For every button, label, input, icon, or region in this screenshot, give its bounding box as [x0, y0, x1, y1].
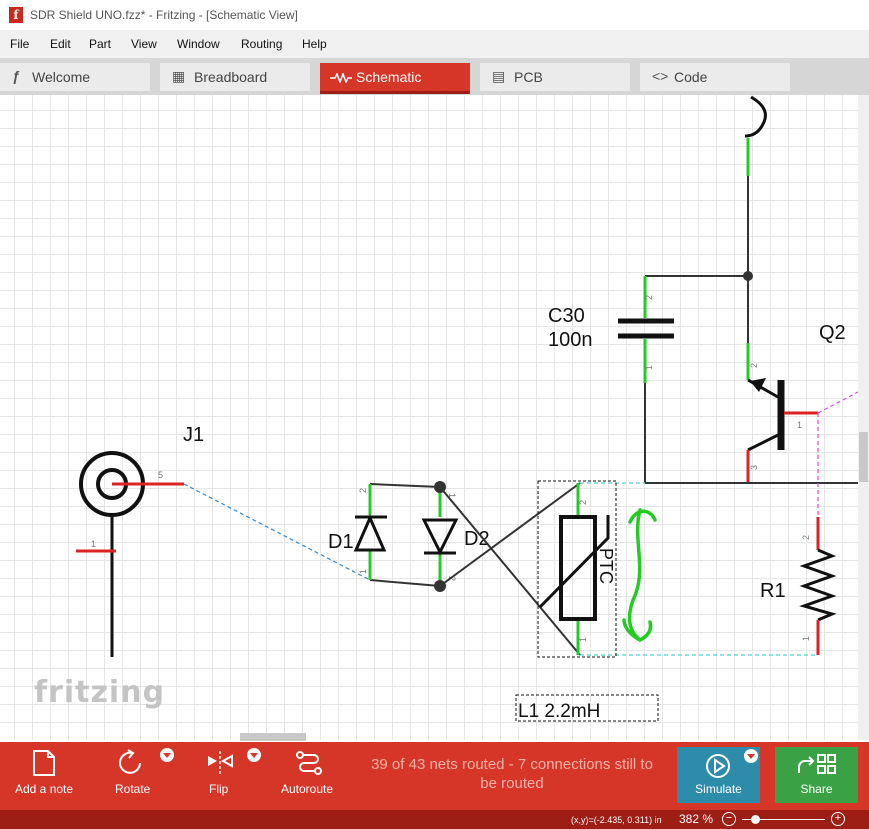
rotate-label: Rotate — [115, 782, 151, 796]
tab-breadboard-label: Breadboard — [194, 69, 268, 85]
tab-schematic[interactable]: Schematic — [320, 63, 470, 94]
view-tab-bar: ƒ Welcome ▦ Breadboard Schematic ▤ PCB <… — [0, 58, 869, 95]
menu-edit[interactable]: Edit — [50, 37, 71, 51]
zoom-level: 382 % — [679, 812, 714, 826]
pin-number: 1 — [358, 569, 368, 574]
code-icon: <> — [652, 68, 669, 84]
tab-code[interactable]: <> Code — [640, 63, 790, 91]
add-note-label: Add a note — [15, 782, 74, 796]
simulate-dropdown-icon[interactable] — [744, 749, 758, 763]
r1-body — [799, 548, 837, 622]
tab-code-label: Code — [674, 69, 708, 85]
l1-name-label[interactable]: L1 2.2mH — [518, 701, 600, 722]
d1-name-label: D1 — [328, 531, 354, 553]
status-bar: (x,y)=(-2.435, 0.311) in 382 % − + — [0, 810, 869, 829]
schematic-drawing: 2 1 C30 100n 2 1 3 Q2 5 1 J1 2 1 D1 1 2 … — [76, 95, 859, 722]
flip-label: Flip — [209, 782, 229, 796]
junction-dot — [743, 271, 753, 281]
d1-body — [353, 514, 387, 552]
flip-dropdown-icon[interactable] — [247, 748, 261, 762]
zoom-out-button[interactable]: − — [722, 812, 736, 826]
flip-icon — [208, 751, 233, 775]
breadboard-icon: ▦ — [172, 68, 186, 84]
pin-number: 2 — [358, 488, 368, 493]
share-icon — [798, 754, 836, 774]
pin-number: 1 — [91, 539, 96, 549]
tab-welcome[interactable]: ƒ Welcome — [0, 63, 150, 91]
horizontal-scroll-thumb[interactable] — [240, 733, 306, 741]
c30-name-label: C30 — [548, 305, 585, 327]
routing-status-line1: 39 of 43 nets routed - 7 connections sti… — [371, 756, 653, 773]
pin-number: 5 — [158, 470, 163, 480]
zoom-in-button[interactable]: + — [831, 812, 845, 826]
pin-number: 2 — [801, 535, 811, 540]
fritzing-f-icon: ƒ — [12, 68, 20, 84]
menu-bar: File Edit Part View Window Routing Help — [0, 30, 869, 58]
share-label: Share — [800, 782, 833, 796]
ratsnest-line[interactable] — [817, 391, 859, 414]
title-bar: f SDR Shield UNO.fzz* - Fritzing - [Sche… — [0, 0, 869, 30]
pin-number: 1 — [578, 637, 588, 642]
pin-number: 1 — [797, 420, 802, 430]
q2-name-label: Q2 — [819, 322, 846, 344]
autoroute-icon — [296, 751, 322, 775]
tab-breadboard[interactable]: ▦ Breadboard — [160, 63, 310, 91]
cursor-coordinates: (x,y)=(-2.435, 0.311) in — [571, 815, 662, 825]
menu-view[interactable]: View — [131, 37, 157, 51]
add-note-button[interactable]: Add a note — [0, 742, 90, 810]
pin-number: 1 — [644, 365, 654, 370]
tab-schematic-label: Schematic — [356, 69, 422, 85]
rotate-button[interactable]: Rotate — [100, 742, 180, 810]
j1-name-label: J1 — [183, 424, 204, 446]
pin-number: 3 — [749, 465, 759, 470]
fritzing-app-icon: f — [9, 7, 23, 23]
share-button[interactable]: Share — [775, 747, 858, 803]
zoom-slider-handle[interactable] — [751, 815, 760, 824]
autoroute-button[interactable]: Autoroute — [275, 742, 345, 810]
wire[interactable] — [369, 483, 441, 488]
menu-part[interactable]: Part — [89, 37, 111, 51]
pin-number: 1 — [801, 636, 811, 641]
menu-routing[interactable]: Routing — [241, 37, 282, 51]
simulate-label: Simulate — [695, 782, 742, 796]
pin-number: 2 — [644, 295, 654, 300]
menu-help[interactable]: Help — [302, 37, 327, 51]
flip-button[interactable]: Flip — [190, 742, 270, 810]
autoroute-label: Autoroute — [281, 782, 334, 796]
routing-status[interactable]: 39 of 43 nets routed - 7 connections sti… — [356, 755, 668, 793]
tab-welcome-label: Welcome — [32, 69, 91, 85]
pin-number: 2 — [578, 500, 588, 505]
schematic-canvas[interactable]: 2 1 C30 100n 2 1 3 Q2 5 1 J1 2 1 D1 1 2 … — [0, 95, 869, 740]
d2-body — [421, 518, 459, 556]
pin-number: 2 — [749, 363, 759, 368]
routing-status-line2: be routed — [480, 775, 544, 792]
rotate-dropdown-icon[interactable] — [160, 748, 174, 762]
window-title: SDR Shield UNO.fzz* - Fritzing - [Schema… — [30, 8, 298, 22]
rotate-icon — [119, 749, 141, 774]
menu-file[interactable]: File — [10, 37, 29, 51]
inductor-coil-segment — [744, 95, 767, 138]
ptc-name-label: PTC — [596, 548, 616, 584]
wire[interactable] — [369, 579, 441, 587]
vertical-scroll-thumb[interactable] — [859, 432, 868, 482]
green-annotation-arrow — [622, 508, 657, 643]
tab-pcb-label: PCB — [514, 69, 543, 85]
menu-window[interactable]: Window — [177, 37, 220, 51]
vertical-scrollbar[interactable] — [858, 95, 869, 740]
fritzing-watermark: fritzing — [34, 675, 166, 710]
bottom-toolbar: Add a note Rotate Flip Autoroute 39 of 4… — [0, 742, 869, 810]
r1-name-label: R1 — [760, 580, 786, 602]
c30-value-label: 100n — [548, 329, 593, 351]
tab-pcb[interactable]: ▤ PCB — [480, 63, 630, 91]
note-icon — [33, 750, 55, 776]
simulate-button[interactable]: Simulate — [677, 747, 760, 803]
schematic-icon — [330, 73, 352, 83]
q2-collector — [747, 433, 779, 452]
play-icon — [706, 754, 730, 778]
pcb-icon: ▤ — [492, 68, 506, 84]
